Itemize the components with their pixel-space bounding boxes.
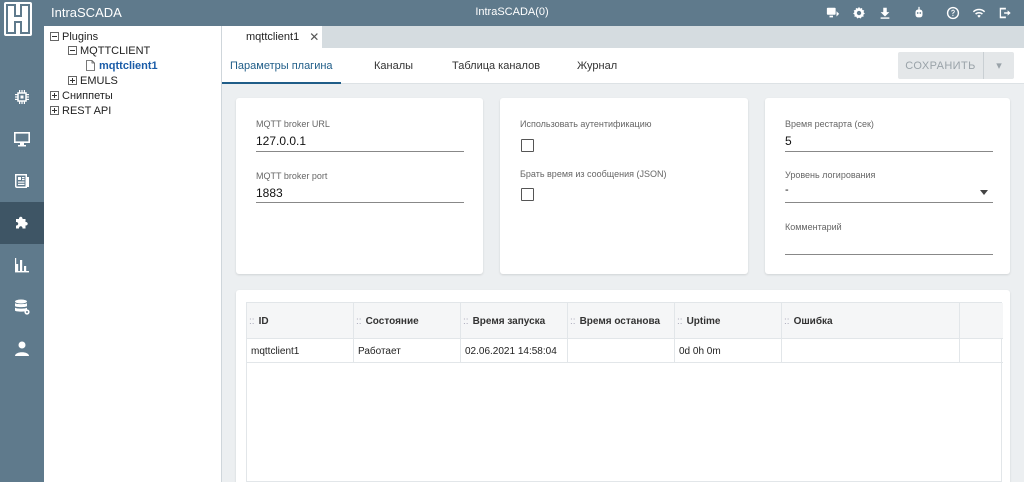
cell-id: mqttclient1 — [247, 339, 354, 363]
plugin-status-table: :: ID :: Состояние :: Время запуска :: Время… — [246, 302, 1003, 482]
help-icon[interactable] — [940, 4, 966, 22]
close-icon[interactable]: ✕ — [309, 30, 319, 44]
table-header: :: ID :: Состояние :: Время запуска :: Время… — [247, 303, 1003, 339]
drag-handle-icon[interactable]: :: — [570, 316, 576, 327]
use-auth-label: Использовать аутентификацию — [520, 119, 652, 129]
expand-icon[interactable] — [68, 76, 77, 85]
logout-icon[interactable] — [992, 4, 1018, 22]
table-row[interactable]: mqttclient1 Работает 02.06.2021 14:58:04… — [247, 339, 1003, 363]
options-card: Использовать аутентификацию Брать время … — [500, 98, 748, 274]
column-header-stop[interactable]: :: Время останова — [568, 303, 675, 339]
log-level-select[interactable]: - — [785, 184, 789, 196]
top-toolbar — [820, 4, 1018, 22]
drag-handle-icon[interactable]: :: — [249, 316, 255, 327]
chevron-down-icon[interactable]: ▾ — [984, 52, 1014, 79]
tab-channels[interactable]: Каналы — [374, 48, 413, 84]
broker-port-input[interactable]: 1883 — [256, 186, 283, 200]
column-header-start[interactable]: :: Время запуска — [461, 303, 568, 339]
connection-card: MQTT broker URL 127.0.0.1 MQTT broker po… — [236, 98, 483, 274]
restart-time-label: Время рестарта (сек) — [785, 119, 874, 129]
nav-reports[interactable] — [0, 160, 44, 202]
nav-plugins[interactable] — [0, 202, 44, 244]
document-icon — [86, 60, 95, 71]
database-icon — [15, 299, 30, 315]
app-title: IntraSCADA — [51, 5, 122, 20]
cell-uptime: 0d 0h 0m — [675, 339, 782, 363]
tab-journal[interactable]: Журнал — [577, 48, 617, 84]
collapse-icon[interactable] — [68, 46, 77, 55]
cell-state: Работает — [354, 339, 461, 363]
drag-handle-icon[interactable]: :: — [784, 316, 790, 327]
broker-port-underline — [256, 202, 464, 203]
msg-time-label: Брать время из сообщения (JSON) — [520, 169, 667, 179]
nav-devices[interactable] — [0, 76, 44, 118]
newspaper-icon — [15, 174, 29, 188]
robot-icon[interactable] — [906, 4, 932, 22]
user-icon — [15, 341, 29, 356]
save-button[interactable]: СОХРАНИТЬ — [898, 52, 984, 79]
nav-database[interactable] — [0, 286, 44, 328]
broker-port-label: MQTT broker port — [256, 171, 328, 181]
comment-underline — [785, 254, 993, 255]
monitor-icon — [14, 132, 30, 147]
tab-channel-table[interactable]: Таблица каналов — [452, 48, 540, 84]
tree-node-snippets[interactable]: Сниппеты — [50, 88, 113, 103]
restart-time-input[interactable]: 5 — [785, 134, 792, 148]
broker-url-underline — [256, 151, 464, 152]
tree-node-mqttclient1[interactable]: mqttclient1 — [86, 58, 158, 73]
tree-node-plugins[interactable]: Plugins — [50, 29, 98, 44]
column-header-uptime[interactable]: :: Uptime — [675, 303, 782, 339]
column-header-state[interactable]: :: Состояние — [354, 303, 461, 339]
drag-handle-icon[interactable]: :: — [356, 316, 362, 327]
drag-handle-icon[interactable]: :: — [463, 316, 469, 327]
expand-icon[interactable] — [50, 91, 59, 100]
gear-icon[interactable] — [846, 4, 872, 22]
tab-plugin-params[interactable]: Параметры плагина — [222, 48, 341, 84]
log-level-label: Уровень логирования — [785, 170, 876, 180]
msg-time-checkbox[interactable] — [521, 188, 534, 201]
broker-url-input[interactable]: 127.0.0.1 — [256, 134, 306, 148]
nav-screens[interactable] — [0, 118, 44, 160]
bar-chart-icon — [15, 258, 29, 273]
tree-node-mqttclient[interactable]: MQTTCLIENT — [68, 43, 150, 58]
column-header-id[interactable]: :: ID — [247, 303, 354, 339]
column-header-error[interactable]: :: Ошибка — [782, 303, 960, 339]
nav-trends[interactable] — [0, 244, 44, 286]
plugin-settings-content: MQTT broker URL 127.0.0.1 MQTT broker po… — [222, 84, 1024, 482]
left-nav-rail — [0, 26, 44, 482]
log-level-underline — [785, 202, 993, 203]
restart-time-underline — [785, 151, 993, 152]
cell-stop — [568, 339, 675, 363]
download-icon[interactable] — [872, 4, 898, 22]
cell-error — [782, 339, 960, 363]
puzzle-icon — [16, 216, 28, 229]
use-auth-checkbox[interactable] — [521, 139, 534, 152]
cell-start: 02.06.2021 14:58:04 — [461, 339, 568, 363]
plugin-tree: Plugins MQTTCLIENT mqttclient1 EMULS Сни… — [44, 26, 222, 482]
broker-url-label: MQTT broker URL — [256, 119, 330, 129]
doc-tab-mqttclient1[interactable]: mqttclient1 ✕ — [222, 26, 322, 48]
document-tabs: mqttclient1 ✕ — [222, 26, 1024, 48]
monitor-export-icon[interactable] — [820, 4, 846, 22]
app-logo — [4, 2, 32, 36]
drag-handle-icon[interactable]: :: — [677, 316, 683, 327]
save-button-group: СОХРАНИТЬ ▾ — [898, 52, 1014, 79]
tree-node-restapi[interactable]: REST API — [50, 103, 111, 118]
comment-label: Комментарий — [785, 222, 842, 232]
collapse-icon[interactable] — [50, 32, 59, 41]
chevron-down-icon[interactable] — [980, 190, 988, 195]
chip-icon — [15, 90, 29, 104]
wifi-icon[interactable] — [966, 4, 992, 22]
top-bar: IntraSCADA IntraSCADA(0) — [0, 0, 1024, 36]
nav-users[interactable] — [0, 328, 44, 370]
expand-icon[interactable] — [50, 106, 59, 115]
tree-node-emuls[interactable]: EMULS — [68, 73, 118, 88]
runtime-card: Время рестарта (сек) 5 Уровень логирован… — [765, 98, 1010, 274]
